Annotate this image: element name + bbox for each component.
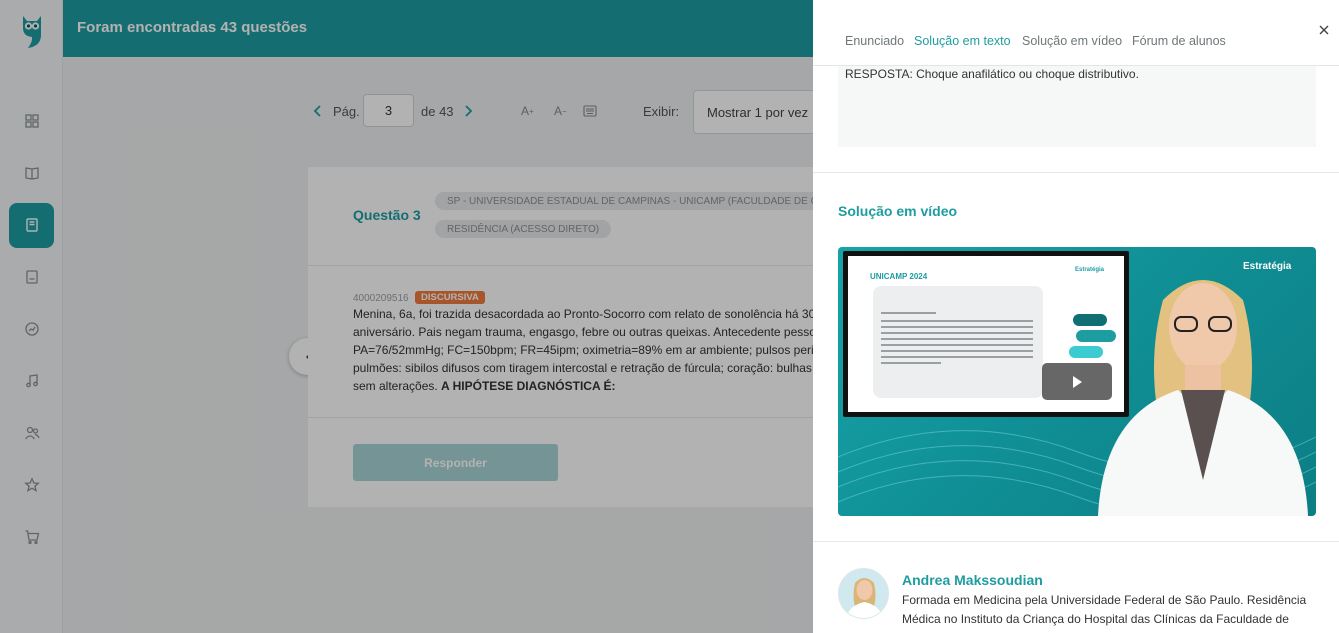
slide-title: UNICAMP 2024 <box>870 272 928 281</box>
solution-drawer: Enunciado Solução em texto Solução em ví… <box>813 0 1339 633</box>
slide-text-box <box>873 286 1043 398</box>
author-bio: Formada em Medicina pela Universidade Fe… <box>902 593 1307 626</box>
avatar <box>838 568 889 619</box>
tab-forum[interactable]: Fórum de alunos <box>1132 34 1226 48</box>
author-name: Andrea Makssoudian <box>902 572 1043 588</box>
close-icon[interactable] <box>1316 22 1332 38</box>
play-icon <box>1073 375 1082 388</box>
play-button[interactable] <box>1042 363 1112 400</box>
tab-video-solution[interactable]: Solução em vídeo <box>1022 34 1122 48</box>
presenter-image <box>1098 280 1308 516</box>
tab-statement[interactable]: Enunciado <box>845 34 904 48</box>
video-player[interactable]: UNICAMP 2024 Estratégia Estratégia <box>838 247 1316 516</box>
section-divider <box>813 172 1339 173</box>
video-section-title: Solução em vídeo <box>838 203 958 219</box>
app-root: Foram encontradas 43 questões Pág. de 43… <box>0 0 1339 633</box>
section-divider <box>813 541 1339 542</box>
text-solution-box: RESPOSTA: Choque anafilático ou choque d… <box>838 66 1316 147</box>
tab-text-solution[interactable]: Solução em texto <box>914 34 1011 48</box>
drawer-tabs: Enunciado Solução em texto Solução em ví… <box>813 0 1339 66</box>
answer-text: RESPOSTA: Choque anafilático ou choque d… <box>845 67 1139 81</box>
modal-overlay[interactable] <box>0 0 813 633</box>
